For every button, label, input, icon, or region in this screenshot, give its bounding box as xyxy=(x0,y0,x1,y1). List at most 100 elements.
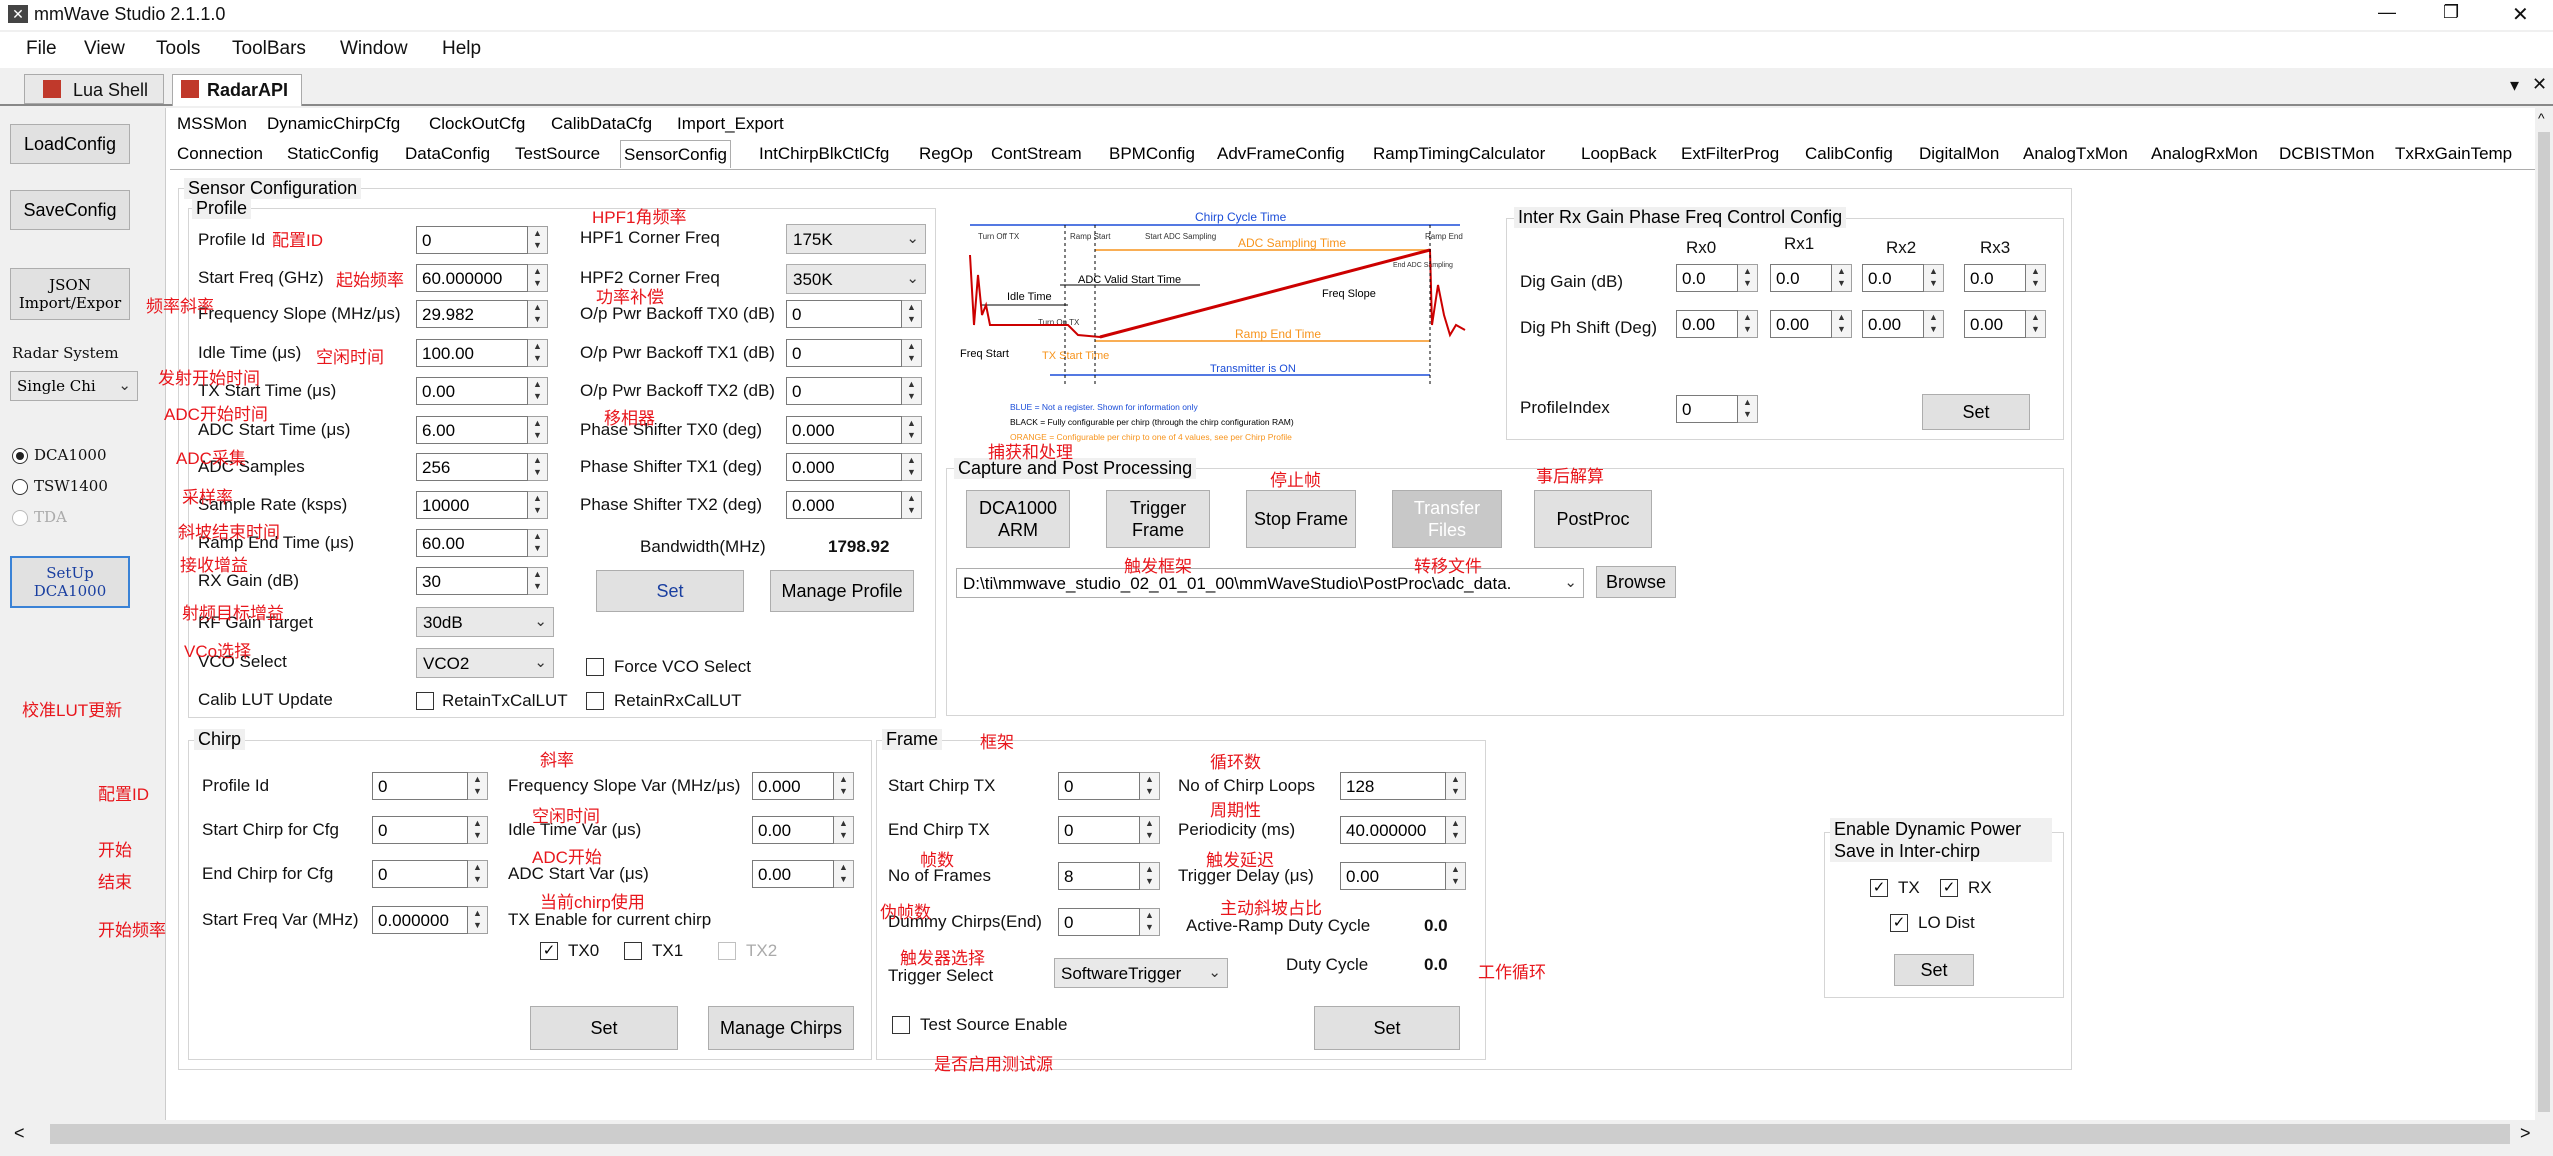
profile-field-spin[interactable]: ▲ ▼ xyxy=(528,416,548,444)
chirp-right-spin[interactable]: ▲ ▼ xyxy=(834,816,854,844)
tab-contstream[interactable]: ContStream xyxy=(988,140,1085,168)
profile-right-select[interactable]: 350K ⌄ xyxy=(786,264,926,294)
tab-loopback[interactable]: LoopBack xyxy=(1578,140,1660,168)
profile-field-input[interactable]: 60.000000 xyxy=(416,264,528,292)
tab-advframeconfig[interactable]: AdvFrameConfig xyxy=(1214,140,1348,168)
frame-right-input[interactable]: 40.000000 xyxy=(1340,816,1446,844)
menu-tools[interactable]: Tools xyxy=(156,38,200,60)
frame-right-input[interactable]: 0.00 xyxy=(1340,862,1446,890)
retain-rx-checkbox[interactable] xyxy=(586,692,604,710)
manage-chirps-button[interactable]: Manage Chirps xyxy=(708,1006,854,1050)
trigger-frame-button[interactable]: Trigger Frame xyxy=(1106,490,1210,548)
radio-tsw1400[interactable] xyxy=(12,479,28,495)
inter-rx-input[interactable]: 0.0 xyxy=(1964,264,2026,292)
chirp-left-spin[interactable]: ▲ ▼ xyxy=(468,906,488,934)
profile-right-input[interactable]: 0 xyxy=(786,377,902,405)
profile-set-button[interactable]: Set xyxy=(596,570,744,612)
test-source-enable-checkbox[interactable] xyxy=(892,1016,910,1034)
inter-rx-spin[interactable]: ▲ ▼ xyxy=(2026,264,2046,292)
tab-ramptimingcalculator[interactable]: RampTimingCalculator xyxy=(1370,140,1548,168)
chirp-left-spin[interactable]: ▲ ▼ xyxy=(468,772,488,800)
doc-tab-lua-shell[interactable]: Lua Shell xyxy=(24,74,164,104)
inter-rx-spin[interactable]: ▲ ▼ xyxy=(1738,264,1758,292)
tab-calibdatacfg[interactable]: CalibDataCfg xyxy=(548,110,655,138)
json-import-export-button[interactable]: JSON Import/Expor xyxy=(10,268,130,320)
tab-testsource[interactable]: TestSource xyxy=(512,140,603,168)
save-config-button[interactable]: SaveConfig xyxy=(10,190,130,230)
frame-right-spin[interactable]: ▲ ▼ xyxy=(1446,816,1466,844)
profile-right-spin[interactable]: ▲ ▼ xyxy=(902,377,922,405)
profile-field-input[interactable]: 10000 xyxy=(416,491,528,519)
radio-dca1000[interactable] xyxy=(12,448,28,464)
tab-dynamicchirpcfg[interactable]: DynamicChirpCfg xyxy=(264,110,403,138)
profile-right-input[interactable]: 0.000 xyxy=(786,416,902,444)
vertical-scrollbar[interactable]: ^ xyxy=(2535,108,2553,1120)
force-vco-checkbox[interactable] xyxy=(586,658,604,676)
chirp-right-spin[interactable]: ▲ ▼ xyxy=(834,860,854,888)
tab-dcbistmon[interactable]: DCBISTMon xyxy=(2276,140,2377,168)
profile-right-spin[interactable]: ▲ ▼ xyxy=(902,416,922,444)
doc-tab-dropdown-icon[interactable]: ▾ xyxy=(2510,75,2519,96)
profile-field-input[interactable]: 30 xyxy=(416,567,528,595)
doc-tab-radarapi[interactable]: RadarAPI xyxy=(172,74,302,106)
inter-rx-input[interactable]: 0.00 xyxy=(1862,310,1924,338)
inter-rx-input[interactable]: 0.00 xyxy=(1676,310,1738,338)
scroll-thumb[interactable] xyxy=(50,1124,2510,1144)
chirp-right-input[interactable]: 0.000 xyxy=(752,772,834,800)
tab-mssmon[interactable]: MSSMon xyxy=(174,110,250,138)
load-config-button[interactable]: LoadConfig xyxy=(10,124,130,164)
chirp-left-input[interactable]: 0.000000 xyxy=(372,906,468,934)
menu-help[interactable]: Help xyxy=(442,38,481,60)
profile-right-input[interactable]: 0.000 xyxy=(786,453,902,481)
tx1-checkbox[interactable] xyxy=(624,942,642,960)
tab-calibconfig[interactable]: CalibConfig xyxy=(1802,140,1896,168)
frame-left-input[interactable]: 0 xyxy=(1058,816,1140,844)
frame-left-spin[interactable]: ▲ ▼ xyxy=(1140,816,1160,844)
menu-file[interactable]: File xyxy=(26,38,57,60)
inter-rx-input[interactable]: 0.0 xyxy=(1862,264,1924,292)
inter-rx-spin[interactable]: ▲ ▼ xyxy=(1924,310,1944,338)
post-proc-path-select[interactable]: D:\ti\mmwave_studio_02_01_01_00\mmWaveSt… xyxy=(956,568,1584,598)
doc-tab-close-icon[interactable]: ✕ xyxy=(2532,74,2547,95)
profile-index-input[interactable]: 0 xyxy=(1676,395,1738,423)
menu-view[interactable]: View xyxy=(84,38,125,60)
profile-right-input[interactable]: 0.000 xyxy=(786,491,902,519)
radar-system-select[interactable]: Single Chi ⌄ xyxy=(10,371,138,401)
inter-rx-spin[interactable]: ▲ ▼ xyxy=(1924,264,1944,292)
chirp-right-spin[interactable]: ▲ ▼ xyxy=(834,772,854,800)
profile-right-input[interactable]: 0 xyxy=(786,300,902,328)
rf-gain-target-select[interactable]: 30dB ⌄ xyxy=(416,607,554,637)
inter-rx-input[interactable]: 0.00 xyxy=(1964,310,2026,338)
inter-rx-spin[interactable]: ▲ ▼ xyxy=(1738,310,1758,338)
menu-window[interactable]: Window xyxy=(340,38,408,60)
profile-right-select[interactable]: 175K ⌄ xyxy=(786,224,926,254)
profile-right-spin[interactable]: ▲ ▼ xyxy=(902,300,922,328)
profile-field-input[interactable]: 0 xyxy=(416,226,528,254)
profile-field-input[interactable]: 29.982 xyxy=(416,300,528,328)
setup-dca1000-button[interactable]: SetUp DCA1000 xyxy=(10,556,130,608)
chirp-right-input[interactable]: 0.00 xyxy=(752,860,834,888)
tab-sensorconfig[interactable]: SensorConfig xyxy=(620,140,732,168)
profile-field-spin[interactable]: ▲ ▼ xyxy=(528,377,548,405)
tab-extfilterprog[interactable]: ExtFilterProg xyxy=(1678,140,1782,168)
dynamic-power-set-button[interactable]: Set xyxy=(1894,954,1974,986)
profile-field-spin[interactable]: ▲ ▼ xyxy=(528,226,548,254)
frame-right-spin[interactable]: ▲ ▼ xyxy=(1446,772,1466,800)
tab-txrxgaintemp[interactable]: TxRxGainTemp xyxy=(2392,140,2515,168)
tab-staticconfig[interactable]: StaticConfig xyxy=(284,140,382,168)
frame-right-input[interactable]: 128 xyxy=(1340,772,1446,800)
profile-right-spin[interactable]: ▲ ▼ xyxy=(902,453,922,481)
postproc-button[interactable]: PostProc xyxy=(1534,490,1652,548)
tab-intchirpblkctlcfg[interactable]: IntChirpBlkCtlCfg xyxy=(756,140,892,168)
manage-profile-button[interactable]: Manage Profile xyxy=(770,570,914,612)
trigger-select[interactable]: SoftwareTrigger ⌄ xyxy=(1054,958,1228,988)
frame-left-spin[interactable]: ▲ ▼ xyxy=(1140,862,1160,890)
chirp-left-input[interactable]: 0 xyxy=(372,860,468,888)
tab-connection[interactable]: Connection xyxy=(174,140,266,168)
tab-clockoutcfg[interactable]: ClockOutCfg xyxy=(426,110,528,138)
vco-select[interactable]: VCO2 ⌄ xyxy=(416,648,554,678)
frame-left-input[interactable]: 0 xyxy=(1058,772,1140,800)
profile-field-spin[interactable]: ▲ ▼ xyxy=(528,300,548,328)
inter-rx-set-button[interactable]: Set xyxy=(1922,394,2030,430)
inter-rx-spin[interactable]: ▲ ▼ xyxy=(1832,310,1852,338)
